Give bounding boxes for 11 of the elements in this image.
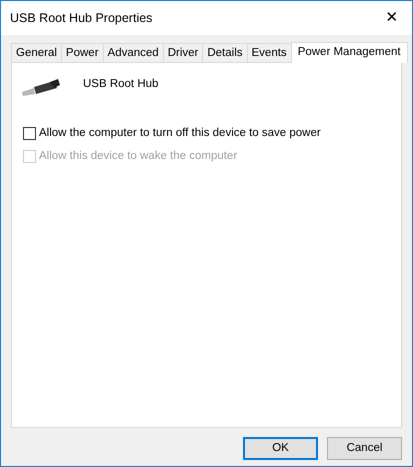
checkbox-label: Allow this device to wake the computer xyxy=(39,149,238,164)
checkbox-label: Allow the computer to turn off this device to save power xyxy=(39,126,321,141)
tab[interactable]: General xyxy=(11,43,62,62)
dialog-button[interactable]: Cancel xyxy=(327,437,402,460)
checkbox[interactable] xyxy=(23,127,36,140)
usb-plug-icon xyxy=(20,79,60,99)
device-name: USB Root Hub xyxy=(83,77,158,92)
dialog-button[interactable]: OK xyxy=(243,437,318,460)
close-button[interactable]: ✕ xyxy=(372,2,412,34)
tab[interactable]: Power Management xyxy=(290,42,408,63)
window-title: USB Root Hub Properties xyxy=(10,10,154,27)
